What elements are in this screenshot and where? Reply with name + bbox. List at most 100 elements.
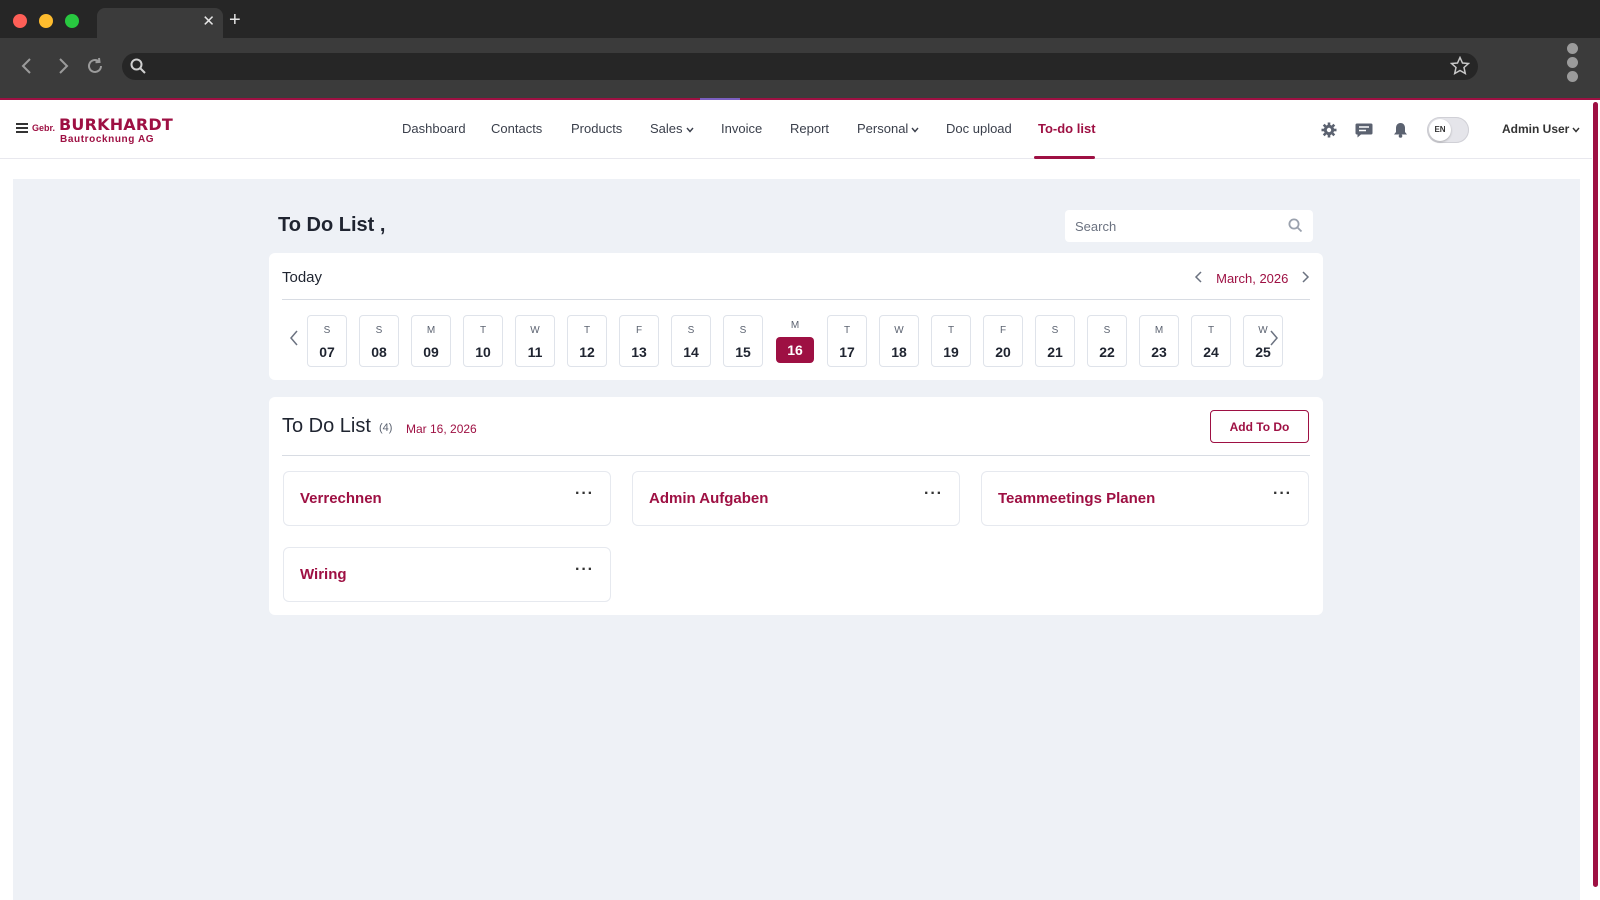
calendar-day-selected[interactable]: M 16 xyxy=(775,315,815,367)
new-tab-icon[interactable]: + xyxy=(229,9,241,31)
search-input[interactable] xyxy=(1065,210,1313,242)
day-weekday: T xyxy=(1207,325,1215,336)
day-number: 13 xyxy=(631,344,647,360)
browser-menu-icon[interactable] xyxy=(1567,43,1579,85)
todo-list-card: To Do List (4) Mar 16, 2026 Add To Do Ve… xyxy=(269,397,1323,615)
calendar-day[interactable]: T 19 xyxy=(931,315,971,367)
today-button[interactable]: Today xyxy=(282,269,322,286)
nav-doc-upload[interactable]: Doc upload xyxy=(946,121,1012,136)
day-number: 11 xyxy=(527,344,543,360)
language-toggle[interactable]: EN xyxy=(1427,117,1469,143)
day-weekday: M xyxy=(426,325,436,336)
tab-close-icon[interactable]: ✕ xyxy=(202,13,215,31)
prev-days-icon[interactable] xyxy=(289,330,299,349)
todo-list-title: To Do List xyxy=(282,415,371,437)
calendar-day[interactable]: F 20 xyxy=(983,315,1023,367)
nav-products[interactable]: Products xyxy=(571,121,622,136)
day-weekday: W xyxy=(530,325,540,336)
day-number: 19 xyxy=(943,344,959,360)
calendar-day[interactable]: S 21 xyxy=(1035,315,1075,367)
day-weekday: S xyxy=(1103,325,1111,336)
day-number: 12 xyxy=(579,344,595,360)
calendar-day[interactable]: M 23 xyxy=(1139,315,1179,367)
day-weekday: T xyxy=(947,325,955,336)
gear-icon[interactable] xyxy=(1321,122,1337,143)
todo-item[interactable]: Admin Aufgaben ··· xyxy=(632,471,960,526)
calendar-day[interactable]: W 18 xyxy=(879,315,919,367)
more-options-icon[interactable]: ··· xyxy=(924,485,943,503)
calendar-day[interactable]: T 10 xyxy=(463,315,503,367)
todo-count: (4) xyxy=(379,422,393,434)
todo-item[interactable]: Wiring ··· xyxy=(283,547,611,602)
more-options-icon[interactable]: ··· xyxy=(575,485,594,503)
language-label: EN xyxy=(1429,119,1451,141)
nav-invoice[interactable]: Invoice xyxy=(721,121,762,136)
nav-contacts[interactable]: Contacts xyxy=(491,121,542,136)
calendar-day[interactable]: S 15 xyxy=(723,315,763,367)
day-number: 07 xyxy=(319,344,335,360)
day-weekday: S xyxy=(323,325,331,336)
day-weekday: F xyxy=(999,325,1007,336)
reload-icon[interactable] xyxy=(86,57,104,79)
calendar-day[interactable]: S 14 xyxy=(671,315,711,367)
search-icon[interactable] xyxy=(1288,218,1303,238)
day-weekday: T xyxy=(583,325,591,336)
window-maximize-button[interactable] xyxy=(65,14,79,28)
day-weekday: M xyxy=(1154,325,1164,336)
next-days-icon[interactable] xyxy=(1269,330,1279,349)
nav-report[interactable]: Report xyxy=(790,121,829,136)
window-close-button[interactable] xyxy=(13,14,27,28)
calendar-day[interactable]: S 08 xyxy=(359,315,399,367)
day-weekday: T xyxy=(479,325,487,336)
more-options-icon[interactable]: ··· xyxy=(1273,485,1292,503)
more-options-icon[interactable]: ··· xyxy=(575,561,594,579)
todo-item-title: Admin Aufgaben xyxy=(649,490,769,507)
calendar-day[interactable]: F 13 xyxy=(619,315,659,367)
forward-icon[interactable] xyxy=(56,57,70,79)
nav-todo-list[interactable]: To-do list xyxy=(1038,121,1096,136)
day-weekday: F xyxy=(635,325,643,336)
day-weekday: M xyxy=(790,320,800,331)
calendar-day[interactable]: W 11 xyxy=(515,315,555,367)
todo-item-title: Wiring xyxy=(300,566,347,583)
bell-icon[interactable] xyxy=(1393,122,1408,143)
calendar-day[interactable]: M 09 xyxy=(411,315,451,367)
day-weekday: S xyxy=(739,325,747,336)
todo-item-title: Teammeetings Planen xyxy=(998,490,1156,507)
calendar-day[interactable]: S 22 xyxy=(1087,315,1127,367)
chevron-down-icon xyxy=(1572,125,1580,135)
day-weekday: W xyxy=(894,325,904,336)
next-month-icon[interactable] xyxy=(1300,270,1310,286)
calendar-day[interactable]: S 07 xyxy=(307,315,347,367)
calendar-day[interactable]: T 17 xyxy=(827,315,867,367)
calendar-day[interactable]: T 12 xyxy=(567,315,607,367)
browser-tab[interactable]: ✕ xyxy=(97,8,223,38)
page-scrollbar[interactable] xyxy=(1593,102,1598,887)
hamburger-menu-icon[interactable] xyxy=(16,123,28,135)
logo-prefix: Gebr. xyxy=(32,123,56,133)
chevron-down-icon xyxy=(685,125,694,135)
calendar-day[interactable]: T 24 xyxy=(1191,315,1231,367)
address-bar[interactable] xyxy=(122,53,1478,80)
bookmark-star-icon[interactable] xyxy=(1449,55,1471,81)
back-icon[interactable] xyxy=(20,57,34,79)
nav-sales[interactable]: Sales xyxy=(650,121,694,136)
prev-month-icon[interactable] xyxy=(1194,270,1204,286)
app-header: Gebr. BURKHARDT Bautrocknung AG Dashboar… xyxy=(0,100,1592,159)
chevron-down-icon xyxy=(911,125,919,135)
todo-item-title: Verrechnen xyxy=(300,490,382,507)
nav-dashboard[interactable]: Dashboard xyxy=(402,121,466,136)
day-number: 20 xyxy=(995,344,1011,360)
month-navigator: March, 2026 xyxy=(1194,270,1310,286)
day-number: 24 xyxy=(1203,344,1219,360)
window-minimize-button[interactable] xyxy=(39,14,53,28)
chat-icon[interactable] xyxy=(1355,122,1373,143)
nav-personal[interactable]: Personal xyxy=(857,121,919,136)
search-icon xyxy=(130,58,146,79)
search-field xyxy=(1065,210,1313,242)
user-menu[interactable]: Admin User xyxy=(1502,122,1580,136)
todo-item[interactable]: Teammeetings Planen ··· xyxy=(981,471,1309,526)
add-todo-button[interactable]: Add To Do xyxy=(1210,410,1309,443)
todo-item[interactable]: Verrechnen ··· xyxy=(283,471,611,526)
calendar-card: Today March, 2026 S 07 S 08 M 09 T 10 W 11 T 12 F 13 S… xyxy=(269,253,1323,380)
